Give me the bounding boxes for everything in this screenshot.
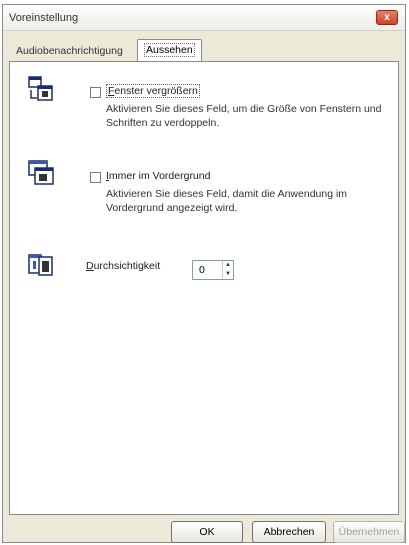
- close-button[interactable]: x: [376, 10, 398, 25]
- always-on-top-label[interactable]: Immer im Vordergrund: [106, 170, 210, 182]
- tab-audio-notification-label: Audiobenachrichtigung: [16, 45, 123, 57]
- tab-appearance-label: Aussehen: [144, 43, 195, 57]
- always-on-top-icon: [28, 160, 54, 185]
- title-bar[interactable]: Voreinstellung x: [3, 5, 405, 31]
- tab-appearance[interactable]: Aussehen: [137, 39, 202, 61]
- transparency-value: 0: [199, 264, 205, 276]
- enlarge-window-description: Aktivieren Sie dieses Feld, um die Größe…: [106, 103, 382, 129]
- stepper-buttons: ▲ ▼: [222, 261, 233, 279]
- enlarge-window-label[interactable]: Fenster vergrößern: [106, 84, 200, 98]
- apply-button[interactable]: Übernehmen: [333, 521, 405, 543]
- stepper-up-icon[interactable]: ▲: [223, 261, 233, 270]
- appearance-panel: Fenster vergrößern Aktivieren Sie dieses…: [9, 61, 399, 515]
- stepper-down-icon[interactable]: ▼: [223, 270, 233, 279]
- transparency-icon: [28, 254, 53, 276]
- transparency-label: Durchsichtigkeit: [86, 260, 161, 272]
- settings-dialog: Voreinstellung x Audiobenachrichtigung A…: [2, 4, 406, 543]
- enlarge-window-icon: [28, 76, 53, 101]
- enlarge-window-checkbox[interactable]: [90, 87, 101, 98]
- tab-audio-notification[interactable]: Audiobenachrichtigung: [10, 41, 129, 61]
- ok-button[interactable]: OK: [171, 521, 243, 543]
- transparency-stepper[interactable]: 0 ▲ ▼: [192, 260, 234, 280]
- always-on-top-description: Aktivieren Sie dieses Feld, damit die An…: [106, 188, 348, 214]
- cancel-button[interactable]: Abbrechen: [252, 521, 326, 543]
- window-title: Voreinstellung: [9, 12, 79, 24]
- always-on-top-checkbox[interactable]: [90, 172, 101, 183]
